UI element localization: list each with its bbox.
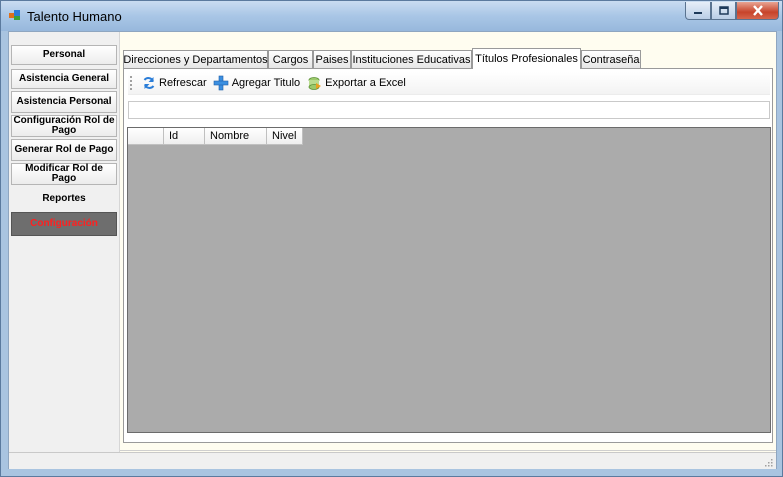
export-excel-label: Exportar a Excel xyxy=(325,77,406,89)
sidebar-item-label: Configuración xyxy=(30,218,98,229)
tab-label: Cargos xyxy=(272,53,309,66)
column-header-id[interactable]: Id xyxy=(164,128,205,145)
toolbar: Refrescar Agregar Titulo Exportar a Exce… xyxy=(128,72,770,95)
sidebar-item-generar-rol-de-pago[interactable]: Generar Rol de Pago xyxy=(11,139,117,161)
tab-label: Paises xyxy=(315,53,349,66)
tab-paises[interactable]: Paises xyxy=(313,50,351,68)
sidebar-item-configuracion[interactable]: Configuración xyxy=(11,212,117,236)
divider xyxy=(120,450,776,451)
tab-cargos[interactable]: Cargos xyxy=(268,50,313,68)
app-icon xyxy=(9,10,20,20)
sidebar-item-reportes[interactable]: Reportes xyxy=(11,188,117,210)
main-panel: Direcciones y Departamentos Cargos Paise… xyxy=(120,32,776,452)
titles-data-grid[interactable]: Id Nombre Nivel xyxy=(127,127,771,433)
sidebar: Personal Asistencia General Asistencia P… xyxy=(9,32,120,452)
resize-grip-icon[interactable] xyxy=(763,457,773,467)
plus-icon xyxy=(213,75,228,91)
status-bar xyxy=(9,452,776,469)
column-header-nivel[interactable]: Nivel xyxy=(267,128,303,145)
add-title-label: Agregar Titulo xyxy=(231,77,301,89)
search-input[interactable] xyxy=(128,101,770,119)
sidebar-item-label: Asistencia Personal xyxy=(16,96,112,107)
tab-direcciones-y-departamentos[interactable]: Direcciones y Departamentos xyxy=(123,50,268,68)
column-header-nombre[interactable]: Nombre xyxy=(205,128,267,145)
column-header-label: Nivel xyxy=(272,130,297,142)
tab-instituciones-educativas[interactable]: Instituciones Educativas xyxy=(351,50,472,68)
toolbar-grip[interactable] xyxy=(130,76,136,90)
tab-label: Contraseña xyxy=(582,53,640,66)
tab-content-panel: Refrescar Agregar Titulo Exportar a Exce… xyxy=(123,68,773,443)
window-title: Talento Humano xyxy=(27,9,122,24)
refresh-button[interactable]: Refrescar xyxy=(142,76,207,90)
refresh-icon xyxy=(143,77,155,89)
tab-contrasena[interactable]: Contraseña xyxy=(581,50,641,68)
maximize-button[interactable] xyxy=(711,2,736,20)
sidebar-item-label: Generar Rol de Pago xyxy=(14,144,114,155)
sidebar-item-configuracion-rol-de-pago[interactable]: Configuración Rol de Pago xyxy=(11,115,117,137)
title-bar[interactable]: Talento Humano xyxy=(1,1,782,31)
sidebar-item-label: Reportes xyxy=(42,193,86,204)
grid-header: Id Nombre Nivel xyxy=(128,128,303,145)
sidebar-item-personal[interactable]: Personal xyxy=(11,45,117,65)
maximize-icon xyxy=(718,6,729,15)
column-header-label: Id xyxy=(169,130,179,142)
tab-label: Direcciones y Departamentos xyxy=(123,53,268,66)
sidebar-item-modificar-rol-de-pago[interactable]: Modificar Rol de Pago xyxy=(11,163,117,185)
sidebar-item-label: Modificar Rol de Pago xyxy=(25,163,103,184)
refresh-label: Refrescar xyxy=(159,77,207,89)
excel-icon xyxy=(308,76,322,90)
row-header-column[interactable] xyxy=(128,128,164,145)
minimize-button[interactable] xyxy=(685,2,711,20)
minimize-icon xyxy=(694,11,702,14)
app-window: Talento Humano Personal Asistencia Gener… xyxy=(0,0,783,477)
tab-label: Títulos Profesionales xyxy=(475,53,578,65)
close-button[interactable] xyxy=(736,2,779,20)
sidebar-item-label: Asistencia General xyxy=(18,73,110,84)
tab-titulos-profesionales[interactable]: Títulos Profesionales xyxy=(472,48,581,69)
sidebar-item-label: Personal xyxy=(42,49,86,60)
export-excel-button[interactable]: Exportar a Excel xyxy=(306,76,406,91)
sidebar-item-label: Configuración Rol de Pago xyxy=(13,115,115,136)
column-header-label: Nombre xyxy=(210,130,250,142)
sidebar-item-asistencia-personal[interactable]: Asistencia Personal xyxy=(11,91,117,113)
add-title-button[interactable]: Agregar Titulo xyxy=(213,75,300,91)
client-area: Personal Asistencia General Asistencia P… xyxy=(8,31,777,469)
close-icon xyxy=(752,5,763,16)
tab-label: Instituciones Educativas xyxy=(352,53,471,66)
sidebar-item-asistencia-general[interactable]: Asistencia General xyxy=(11,69,117,89)
